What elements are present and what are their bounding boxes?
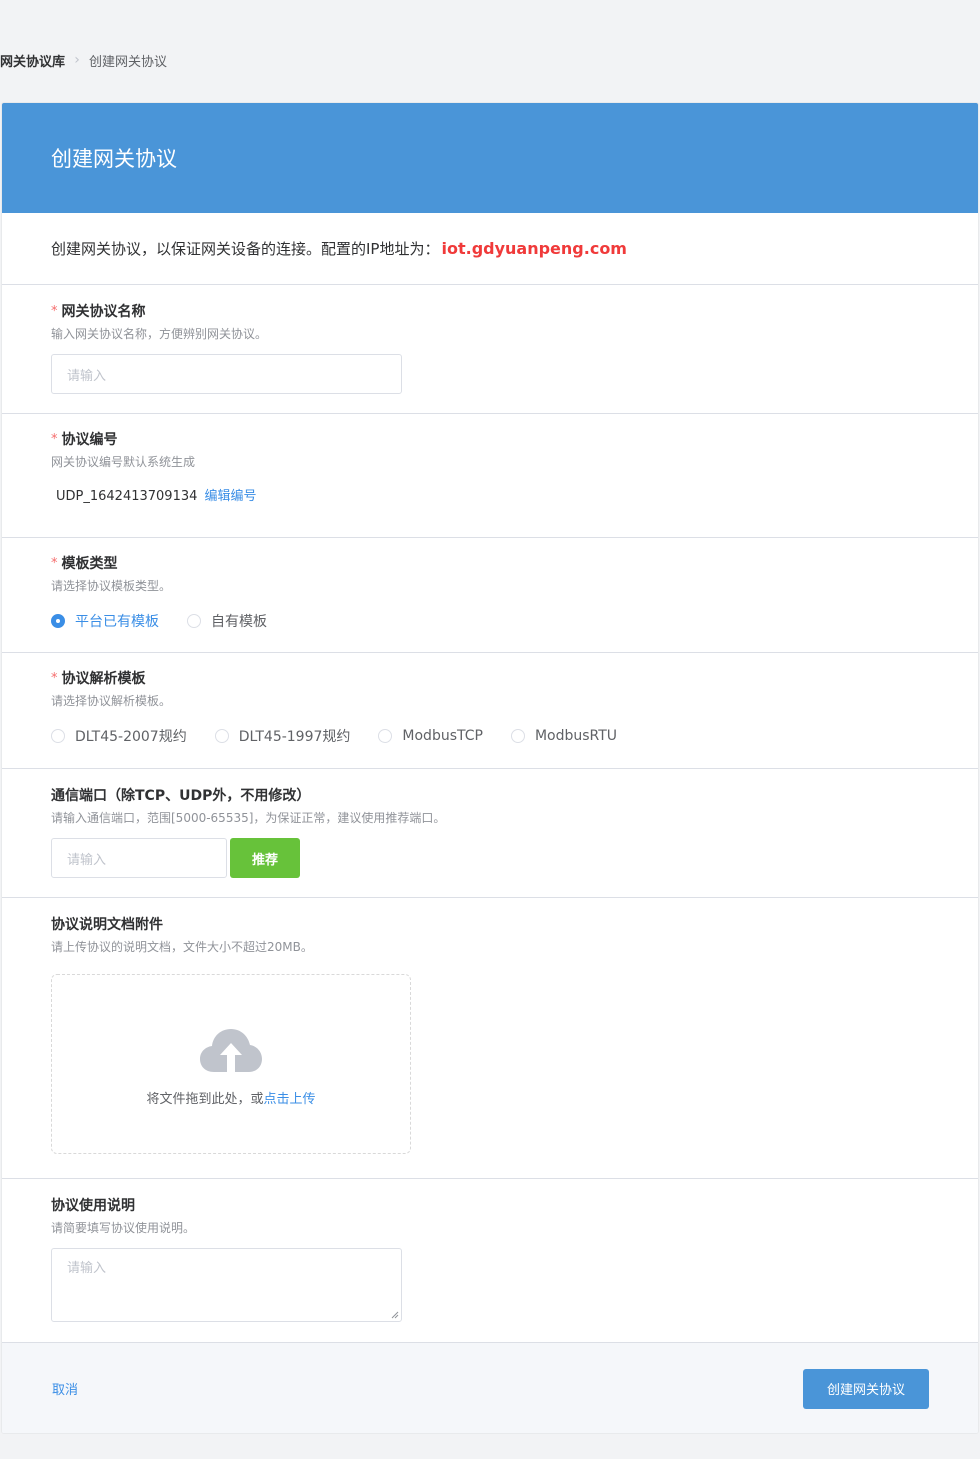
- chevron-right-icon: ›: [74, 52, 80, 68]
- radio-label: 平台已有模板: [75, 614, 159, 630]
- radio-modbus-rtu[interactable]: ModbusRTU: [510, 728, 618, 744]
- port-input[interactable]: 请输入: [51, 838, 227, 878]
- radio-label: DLT45-1997规约: [238, 729, 351, 745]
- required-mark: *: [51, 670, 58, 686]
- template-type-hint: 请选择协议模板类型。: [51, 579, 172, 593]
- template-type-label-text: 模板类型: [61, 556, 118, 572]
- code-section: * 协议编号 网关协议编号默认系统生成 UDP_1642413709134 编辑…: [2, 414, 978, 538]
- doc-hint: 请上传协议的说明文档，文件大小不超过20MB。: [51, 940, 313, 954]
- recommend-port-button[interactable]: 推荐: [230, 838, 300, 878]
- name-label-text: 网关协议名称: [61, 304, 146, 320]
- radio-unchecked-icon: [187, 614, 201, 628]
- breadcrumb-root-link[interactable]: 网关协议库: [0, 51, 65, 70]
- doc-label: 协议说明文档附件: [51, 914, 978, 934]
- radio-label: 自有模板: [211, 614, 267, 630]
- upload-text: 将文件拖到此处，或点击上传: [146, 1088, 315, 1107]
- code-label-text: 协议编号: [61, 432, 118, 448]
- radio-label: ModbusTCP: [402, 728, 483, 744]
- parse-template-label: * 协议解析模板: [51, 668, 978, 688]
- code-label: * 协议编号: [51, 429, 978, 449]
- radio-label: DLT45-2007规约: [75, 729, 187, 745]
- upload-link[interactable]: 点击上传: [264, 1092, 316, 1107]
- port-label-text: 通信端口（除TCP、UDP外，不用修改）: [51, 788, 311, 804]
- template-type-radio-group: 平台已有模板 自有模板: [51, 611, 978, 631]
- doc-section: 协议说明文档附件 请上传协议的说明文档，文件大小不超过20MB。 将文件拖到此处…: [2, 898, 978, 1179]
- code-value: UDP_1642413709134: [56, 489, 198, 504]
- required-mark: *: [51, 431, 58, 447]
- radio-checked-icon: [51, 614, 65, 628]
- usage-textarea[interactable]: 请输入: [51, 1248, 402, 1322]
- upload-hint-text: 将文件拖到此处，或: [146, 1091, 264, 1107]
- usage-textarea-placeholder: 请输入: [67, 1261, 107, 1276]
- breadcrumb: 网关协议库 › 创建网关协议: [0, 50, 167, 70]
- usage-label-text: 协议使用说明: [51, 1198, 135, 1214]
- intro-banner: 创建网关协议，以保证网关设备的连接。配置的IP地址为： iot.gdyuanpe…: [2, 213, 978, 285]
- name-hint: 输入网关协议名称，方便辨别网关协议。: [51, 327, 268, 341]
- breadcrumb-current: 创建网关协议: [89, 54, 168, 70]
- radio-label: ModbusRTU: [534, 728, 618, 744]
- radio-own-template[interactable]: 自有模板: [187, 611, 267, 631]
- port-input-placeholder: 请输入: [67, 852, 107, 868]
- port-label: 通信端口（除TCP、UDP外，不用修改）: [51, 785, 978, 805]
- radio-unchecked-icon: [51, 729, 65, 743]
- port-row: 请输入 推荐: [51, 838, 978, 878]
- radio-modbus-tcp[interactable]: ModbusTCP: [378, 728, 483, 744]
- name-label: * 网关协议名称: [51, 301, 978, 321]
- radio-dlt45-2007[interactable]: DLT45-2007规约: [51, 726, 187, 746]
- template-type-label: * 模板类型: [51, 553, 978, 573]
- cancel-button[interactable]: 取消: [52, 1379, 78, 1398]
- required-mark: *: [51, 303, 58, 319]
- ip-address: iot.gdyuanpeng.com: [441, 239, 627, 258]
- usage-label: 协议使用说明: [51, 1195, 978, 1215]
- parse-template-label-text: 协议解析模板: [61, 671, 146, 687]
- intro-text: 创建网关协议，以保证网关设备的连接。配置的IP地址为：: [51, 240, 440, 258]
- radio-platform-template[interactable]: 平台已有模板: [51, 611, 159, 631]
- upload-dropzone[interactable]: 将文件拖到此处，或点击上传: [51, 974, 411, 1154]
- page-title: 创建网关协议: [51, 147, 177, 171]
- parse-template-radio-group: DLT45-2007规约 DLT45-1997规约 ModbusTCP Modb…: [51, 726, 978, 746]
- radio-unchecked-icon: [214, 729, 229, 743]
- name-input[interactable]: 请输入: [51, 354, 402, 394]
- form-footer: 取消 创建网关协议: [2, 1343, 978, 1433]
- name-input-placeholder: 请输入: [67, 368, 107, 384]
- edit-code-link[interactable]: 编辑编号: [205, 489, 257, 504]
- usage-section: 协议使用说明 请简要填写协议使用说明。 请输入: [2, 1179, 978, 1343]
- code-hint: 网关协议编号默认系统生成: [51, 455, 196, 469]
- radio-dlt45-1997[interactable]: DLT45-1997规约: [214, 726, 351, 746]
- doc-label-text: 协议说明文档附件: [51, 917, 163, 933]
- radio-unchecked-icon: [510, 729, 525, 743]
- template-type-section: * 模板类型 请选择协议模板类型。 平台已有模板 自有模板: [2, 538, 978, 653]
- create-protocol-button[interactable]: 创建网关协议: [803, 1368, 929, 1409]
- resize-handle-icon[interactable]: [391, 1311, 399, 1319]
- radio-unchecked-icon: [378, 729, 393, 743]
- name-section: * 网关协议名称 输入网关协议名称，方便辨别网关协议。 请输入: [2, 285, 978, 414]
- cloud-upload-icon: [200, 1028, 262, 1072]
- port-hint: 请输入通信端口，范围[5000-65535]，为保证正常，建议使用推荐端口。: [51, 811, 446, 825]
- form-card: 创建网关协议 创建网关协议，以保证网关设备的连接。配置的IP地址为： iot.g…: [1, 102, 979, 1434]
- card-header: 创建网关协议: [2, 103, 978, 213]
- port-section: 通信端口（除TCP、UDP外，不用修改） 请输入通信端口，范围[5000-655…: [2, 769, 978, 898]
- usage-hint: 请简要填写协议使用说明。: [51, 1221, 196, 1235]
- required-mark: *: [51, 555, 58, 571]
- parse-template-hint: 请选择协议解析模板。: [51, 694, 172, 708]
- code-row: UDP_1642413709134 编辑编号: [56, 485, 978, 504]
- parse-template-section: * 协议解析模板 请选择协议解析模板。 DLT45-2007规约 DLT45-1…: [2, 653, 978, 769]
